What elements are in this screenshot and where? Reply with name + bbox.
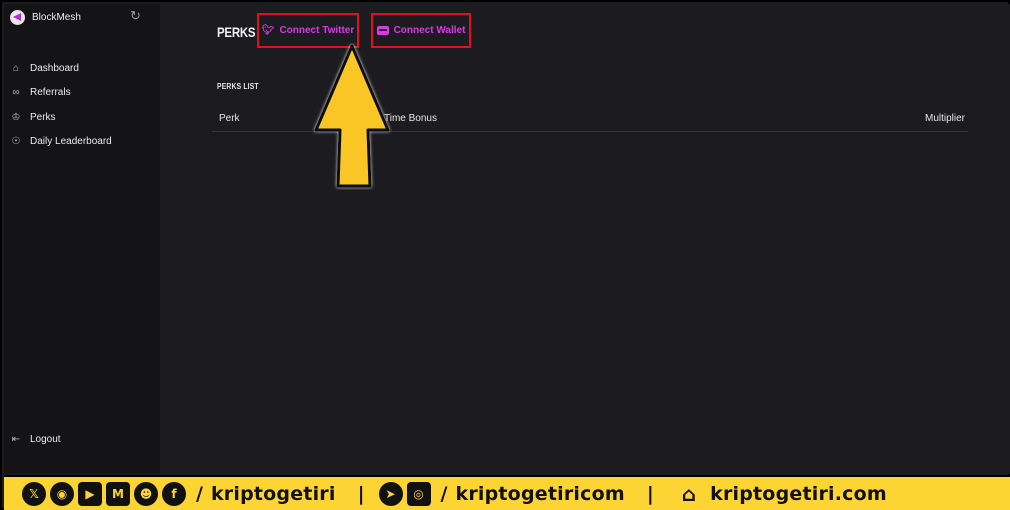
sidebar-item-daily-leaderboard[interactable]: ☉ Daily Leaderboard	[10, 130, 160, 155]
column-header-perk: Perk	[219, 113, 240, 124]
sidebar-nav: ⌂ Dashboard ∞ Referrals ♔ Perks ☉ Daily …	[10, 56, 160, 154]
footer-separator: |	[357, 482, 365, 505]
footer-slash: /	[196, 482, 203, 505]
brand[interactable]: BlockMesh	[10, 10, 81, 25]
home-icon[interactable]: ⌂	[682, 482, 696, 506]
sidebar-item-label: Referrals	[30, 87, 71, 99]
reddit-icon[interactable]: ☻	[134, 481, 158, 506]
sidebar: BlockMesh ↻ ⌂ Dashboard ∞ Referrals ♔ Pe…	[4, 4, 160, 474]
home-icon: ⌂	[12, 62, 20, 74]
sidebar-item-referrals[interactable]: ∞ Referrals	[10, 81, 160, 106]
x-icon[interactable]: 𝕏	[22, 481, 46, 506]
logout-button[interactable]: ⇤ Logout	[10, 434, 61, 445]
refresh-icon[interactable]: ↻	[130, 8, 141, 24]
sidebar-item-perks[interactable]: ♔ Perks	[10, 105, 160, 130]
footer-separator: |	[646, 482, 654, 505]
facebook-icon[interactable]: f	[162, 481, 186, 506]
brand-name: BlockMesh	[32, 12, 81, 23]
twitter-bird-icon: 🐦︎	[261, 25, 275, 36]
connect-wallet-label: Connect Wallet	[393, 25, 466, 36]
yellow-arrow-annotation-icon	[314, 44, 390, 188]
sidebar-item-label: Perks	[30, 111, 56, 123]
youtube-icon[interactable]: ▶	[78, 481, 102, 506]
telegram-icon[interactable]: ➤	[378, 481, 403, 506]
blockmesh-logo-icon	[10, 10, 25, 25]
footer-handle-secondary: kriptogetiricom	[455, 482, 625, 505]
sidebar-item-dashboard[interactable]: ⌂ Dashboard	[10, 56, 160, 81]
footer-website: kriptogetiri.com	[710, 482, 887, 505]
sidebar-item-label: Dashboard	[30, 62, 79, 74]
link-icon: ∞	[12, 87, 20, 99]
main-content: PERKS 🐦︎ Connect Twitter Connect Wallet …	[160, 4, 1010, 474]
footer-handle-primary: kriptogetiri	[210, 482, 336, 505]
app-window: BlockMesh ↻ ⌂ Dashboard ∞ Referrals ♔ Pe…	[0, 0, 1010, 510]
wallet-icon	[376, 26, 389, 35]
logout-icon: ⇤	[11, 434, 21, 445]
connect-twitter-label: Connect Twitter	[279, 25, 355, 36]
trophy-icon: ♔	[11, 111, 21, 123]
logout-label: Logout	[30, 434, 61, 445]
instagram-icon[interactable]: ◎	[406, 481, 431, 506]
page-title: PERKS	[217, 24, 256, 40]
medium-icon[interactable]: M	[106, 481, 130, 506]
sidebar-item-label: Daily Leaderboard	[30, 136, 112, 148]
medal-icon: ☉	[11, 136, 21, 148]
footer-banner: 𝕏 ◉ ▶ M ☻ f / kriptogetiri | ➤ ◎ / kript…	[4, 475, 1010, 510]
column-header-multiplier: Multiplier	[924, 113, 965, 124]
discord-icon[interactable]: ◉	[50, 481, 74, 506]
footer-slash: /	[440, 482, 448, 505]
perks-list-heading: PERKS LIST	[217, 82, 259, 91]
